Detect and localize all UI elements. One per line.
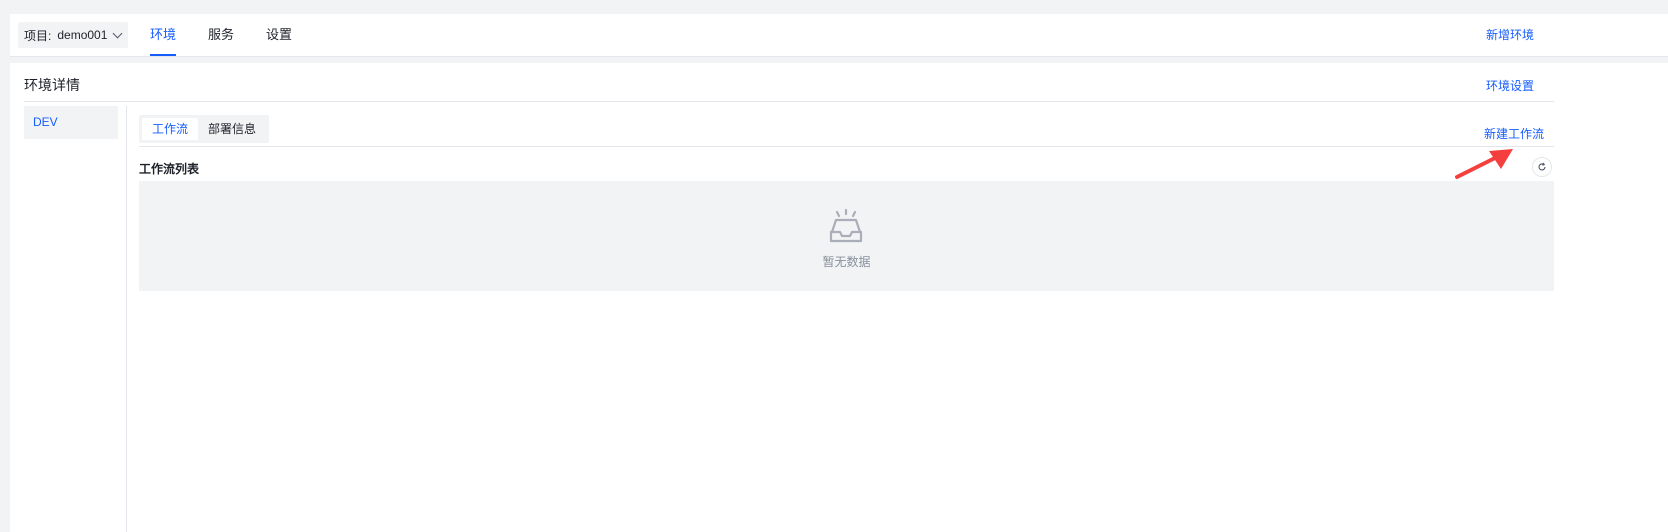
panel-title: 环境详情 [24, 77, 80, 93]
project-value: demo001 [57, 28, 108, 42]
tab-environment[interactable]: 环境 [150, 14, 177, 56]
tab-workflow[interactable]: 工作流 [142, 118, 199, 140]
new-environment-button[interactable]: 新增环境 [1486, 14, 1534, 56]
new-workflow-button[interactable]: 新建工作流 [1484, 125, 1544, 142]
top-tabs: 环境 服务 设置 [150, 14, 324, 56]
tab-deploy-info[interactable]: 部署信息 [198, 118, 266, 140]
refresh-button[interactable] [1532, 157, 1552, 177]
tab-settings[interactable]: 设置 [266, 14, 292, 56]
empty-text: 暂无数据 [822, 255, 871, 269]
workflow-list-title: 工作流列表 [139, 162, 200, 176]
refresh-icon [1538, 162, 1546, 171]
project-select[interactable]: 项目: demo001 [18, 22, 128, 48]
project-label: 项目: [24, 28, 52, 43]
environment-details-panel: 环境详情 环境设置 DEV 工作流 部署信息 新建工作流 工作流列表 暂无数据 [10, 63, 1668, 532]
empty-state: 暂无数据 [139, 181, 1554, 291]
workflow-segmented-tabs: 工作流 部署信息 [139, 115, 270, 143]
top-navigation-bar: 项目: demo001 环境 服务 设置 新增环境 [10, 14, 1668, 57]
annotation-arrow-icon [1455, 149, 1513, 179]
tab-services[interactable]: 服务 [208, 14, 234, 56]
divider [139, 146, 1554, 147]
environment-sidebar: DEV [24, 106, 127, 532]
empty-inbox-icon [829, 208, 863, 243]
environment-settings-link[interactable]: 环境设置 [1486, 77, 1534, 94]
sidebar-item-dev[interactable]: DEV [24, 106, 118, 139]
divider [24, 101, 1554, 102]
chevron-down-icon [112, 28, 123, 38]
